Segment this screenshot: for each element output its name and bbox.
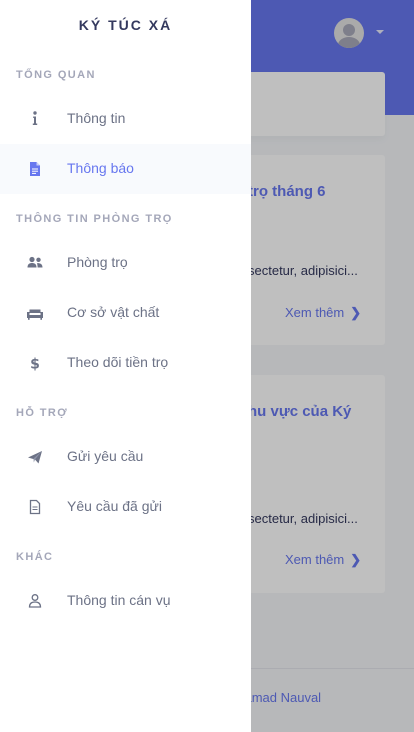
sidebar-item-rent-tracking[interactable]: $ Theo dõi tiền trọ (0, 338, 251, 388)
menu-header-room-info: THÔNG TIN PHÒNG TRỌ (16, 213, 173, 225)
sidebar-brand[interactable]: KÝ TÚC XÁ (0, 17, 251, 33)
file-outline-icon (25, 497, 45, 517)
sidebar-item-send-request[interactable]: Gửi yêu cầu (0, 432, 251, 482)
info-icon (25, 109, 45, 129)
sidebar-item-label: Theo dõi tiền trọ (67, 354, 169, 370)
sidebar-item-facilities[interactable]: Cơ sở vật chất (0, 288, 251, 338)
sidebar-item-label: Phòng trọ (67, 254, 128, 270)
menu-header-overview: TỔNG QUAN (16, 69, 96, 81)
sidebar-item-label: Thông tin (67, 110, 126, 126)
sidebar-item-label: Yêu cầu đã gửi (67, 498, 162, 514)
sidebar-item-rooms[interactable]: Phòng trọ (0, 238, 251, 288)
svg-text:$: $ (30, 357, 40, 373)
sidebar-item-label: Thông báo (67, 160, 134, 176)
couch-icon (25, 303, 45, 323)
menu-header-support: HỖ TRỢ (16, 407, 69, 419)
dollar-icon: $ (25, 353, 45, 373)
sidebar-item-label: Gửi yêu cầu (67, 448, 144, 464)
user-outline-icon (25, 591, 45, 611)
sidebar-item-info[interactable]: Thông tin (0, 94, 251, 144)
sidebar-item-staff-info[interactable]: Thông tin cán vụ (0, 576, 251, 626)
file-icon (25, 159, 45, 179)
menu-header-other: KHÁC (16, 551, 54, 563)
sidebar-item-label: Thông tin cán vụ (67, 592, 171, 608)
users-icon (25, 253, 45, 273)
sidebar-item-label: Cơ sở vật chất (67, 304, 160, 320)
sidebar-item-notifications[interactable]: Thông báo (0, 144, 251, 194)
sidebar: KÝ TÚC XÁ TỔNG QUAN Thông tin Thông báo … (0, 0, 251, 732)
paper-plane-icon (25, 447, 45, 467)
sidebar-item-sent-requests[interactable]: Yêu cầu đã gửi (0, 482, 251, 532)
